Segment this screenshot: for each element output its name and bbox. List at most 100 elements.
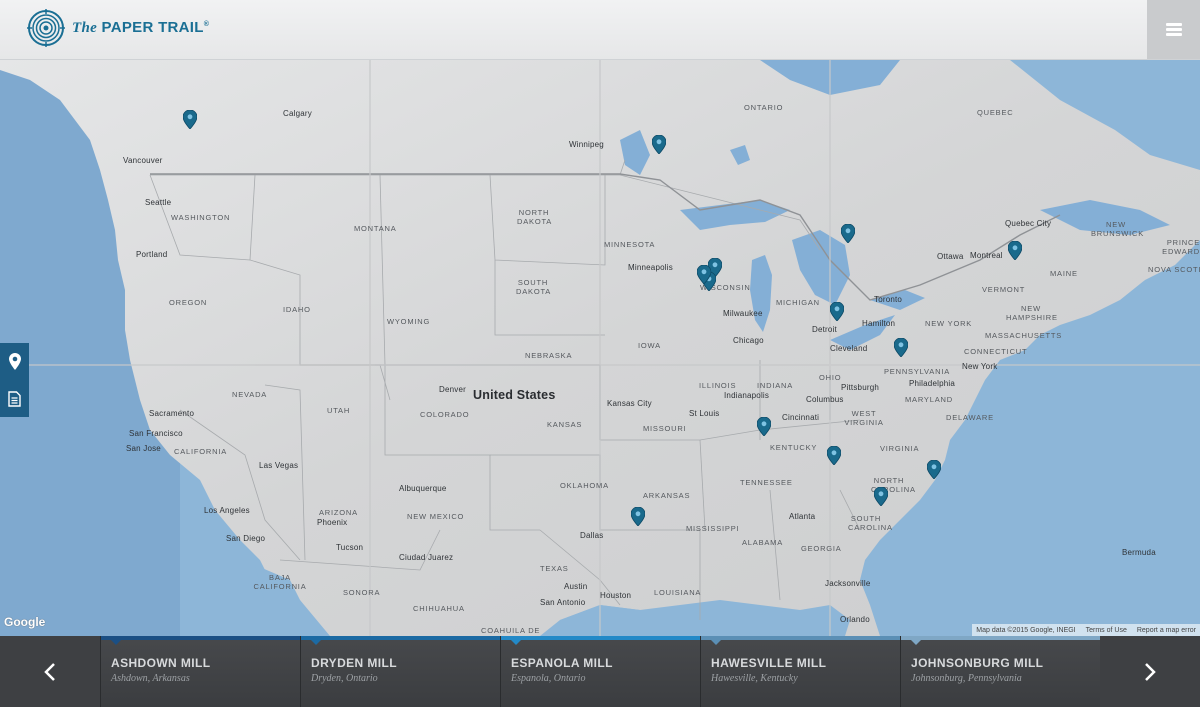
mill-location-pin-icon[interactable] (827, 446, 841, 465)
mill-card[interactable]: JOHNSONBURG MILL Johnsonburg, Pennsylvani… (900, 636, 1100, 707)
mill-color-bar (101, 636, 300, 640)
mill-list: ASHDOWN MILL Ashdown, Arkansas DRYDEN MILL… (100, 636, 1100, 707)
region-label: MISSISSIPPI (686, 524, 740, 533)
brand-logo[interactable]: The PAPER TRAIL® (26, 8, 209, 48)
region-label: NOVA SCOTIA (1148, 265, 1200, 274)
mill-indicator (911, 640, 921, 645)
chevron-right-icon (1145, 662, 1156, 681)
region-label: PRINCE EDWARD ISLAND (1162, 238, 1200, 256)
city-label: Orlando (840, 615, 870, 624)
city-label: San Jose (126, 444, 161, 453)
previous-button[interactable] (0, 636, 100, 707)
city-label: Columbus (806, 395, 844, 404)
region-label: COLORADO (420, 410, 470, 419)
region-label: KENTUCKY (770, 443, 818, 452)
region-label: KANSAS (547, 420, 583, 429)
city-label: Vancouver (123, 156, 163, 165)
location-pin-icon (8, 353, 21, 370)
mill-location-pin-icon[interactable] (830, 302, 844, 321)
report-error-link[interactable]: Report a map error (1137, 627, 1196, 634)
region-label: MICHIGAN (776, 298, 820, 307)
region-label: INDIANA (757, 381, 794, 390)
region-label: LOUISIANA (654, 588, 702, 597)
city-label: Cleveland (830, 344, 868, 353)
city-label: Portland (136, 250, 168, 259)
region-label: MINNESOTA (604, 240, 656, 249)
hamburger-menu-icon (1165, 23, 1182, 36)
region-label: MONTANA (354, 224, 397, 233)
mill-location-pin-icon[interactable] (183, 110, 197, 129)
region-label: IDAHO (283, 305, 311, 314)
country-label: United States (473, 388, 556, 402)
city-label: Philadelphia (909, 379, 955, 388)
mill-location-pin-icon[interactable] (841, 224, 855, 243)
menu-button[interactable] (1147, 0, 1200, 59)
region-label: ARKANSAS (643, 491, 691, 500)
mill-name: ESPANOLA MILL (511, 656, 613, 670)
region-label: GEORGIA (801, 544, 842, 553)
city-label: Toronto (874, 295, 903, 304)
city-label: Winnipeg (569, 140, 604, 149)
mill-name: ASHDOWN MILL (111, 656, 211, 670)
region-label: MISSOURI (643, 424, 687, 433)
region-label: NEVADA (232, 390, 268, 399)
region-label: IOWA (638, 341, 661, 350)
city-label: Seattle (145, 198, 172, 207)
mill-location-pin-icon[interactable] (697, 265, 711, 284)
mill-indicator (711, 640, 721, 645)
terms-link[interactable]: Terms of Use (1086, 627, 1127, 634)
app-header: The PAPER TRAIL® (0, 0, 1200, 60)
map-canvas[interactable]: Calgary Vancouver Seattle Portland Winni… (0, 60, 1200, 636)
mill-card[interactable]: HAWESVILLE MILL Hawesville, Kentucky (700, 636, 900, 707)
mill-card[interactable]: ASHDOWN MILL Ashdown, Arkansas (100, 636, 300, 707)
mill-indicator (311, 640, 321, 645)
region-label: SOUTH CAROLINA (848, 514, 893, 532)
region-label: TENNESSEE (740, 478, 793, 487)
mill-location-pin-icon[interactable] (874, 487, 888, 506)
city-label: Calgary (283, 109, 312, 118)
region-label: SONORA (343, 588, 381, 597)
region-label: PENNSYLVANIA (884, 367, 951, 376)
city-label: Milwaukee (723, 309, 763, 318)
city-label: Hamilton (862, 319, 896, 328)
city-label: Austin (564, 582, 588, 591)
mill-location-pin-icon[interactable] (652, 135, 666, 154)
mill-location: Hawesville, Kentucky (711, 673, 798, 684)
mill-card[interactable]: ESPANOLA MILL Espanola, Ontario (500, 636, 700, 707)
city-label: Ottawa (937, 252, 964, 261)
region-label: NEW HAMPSHIRE (1006, 304, 1058, 322)
city-label: Los Angeles (204, 506, 250, 515)
region-label: WASHINGTON (171, 213, 231, 222)
region-label: ALABAMA (742, 538, 784, 547)
region-label: MARYLAND (905, 395, 953, 404)
mill-color-bar (701, 636, 900, 640)
region-label: NEW YORK (925, 319, 973, 328)
locations-view-button[interactable] (0, 343, 29, 380)
next-button[interactable] (1100, 636, 1200, 707)
city-label: Phoenix (317, 518, 348, 527)
region-label: WYOMING (387, 317, 431, 326)
region-label: TEXAS (540, 564, 569, 573)
region-label: SOUTH DAKOTA (516, 278, 552, 296)
city-label: Atlanta (789, 512, 816, 521)
mill-location: Dryden, Ontario (311, 673, 378, 684)
city-label: Dallas (580, 531, 604, 540)
document-view-button[interactable] (0, 380, 29, 417)
city-label: Pittsburgh (841, 383, 880, 392)
mill-location-pin-icon[interactable] (757, 417, 771, 436)
city-label: Quebec City (1005, 219, 1052, 228)
mill-location-pin-icon[interactable] (894, 338, 908, 357)
region-label: ILLINOIS (699, 381, 737, 390)
mill-card[interactable]: DRYDEN MILL Dryden, Ontario (300, 636, 500, 707)
mill-location-pin-icon[interactable] (631, 507, 645, 526)
region-label: DELAWARE (946, 413, 994, 422)
mill-location-pin-icon[interactable] (1008, 241, 1022, 260)
mill-location-pin-icon[interactable] (927, 460, 941, 479)
city-label: Jacksonville (825, 579, 871, 588)
map-data-credit: Map data ©2015 Google, INEGI (976, 626, 1076, 634)
document-icon (8, 390, 21, 407)
chevron-left-icon (44, 662, 55, 681)
region-label: MAINE (1050, 269, 1078, 278)
region-label: ONTARIO (744, 103, 784, 112)
region-label: CHIHUAHUA (413, 604, 465, 613)
